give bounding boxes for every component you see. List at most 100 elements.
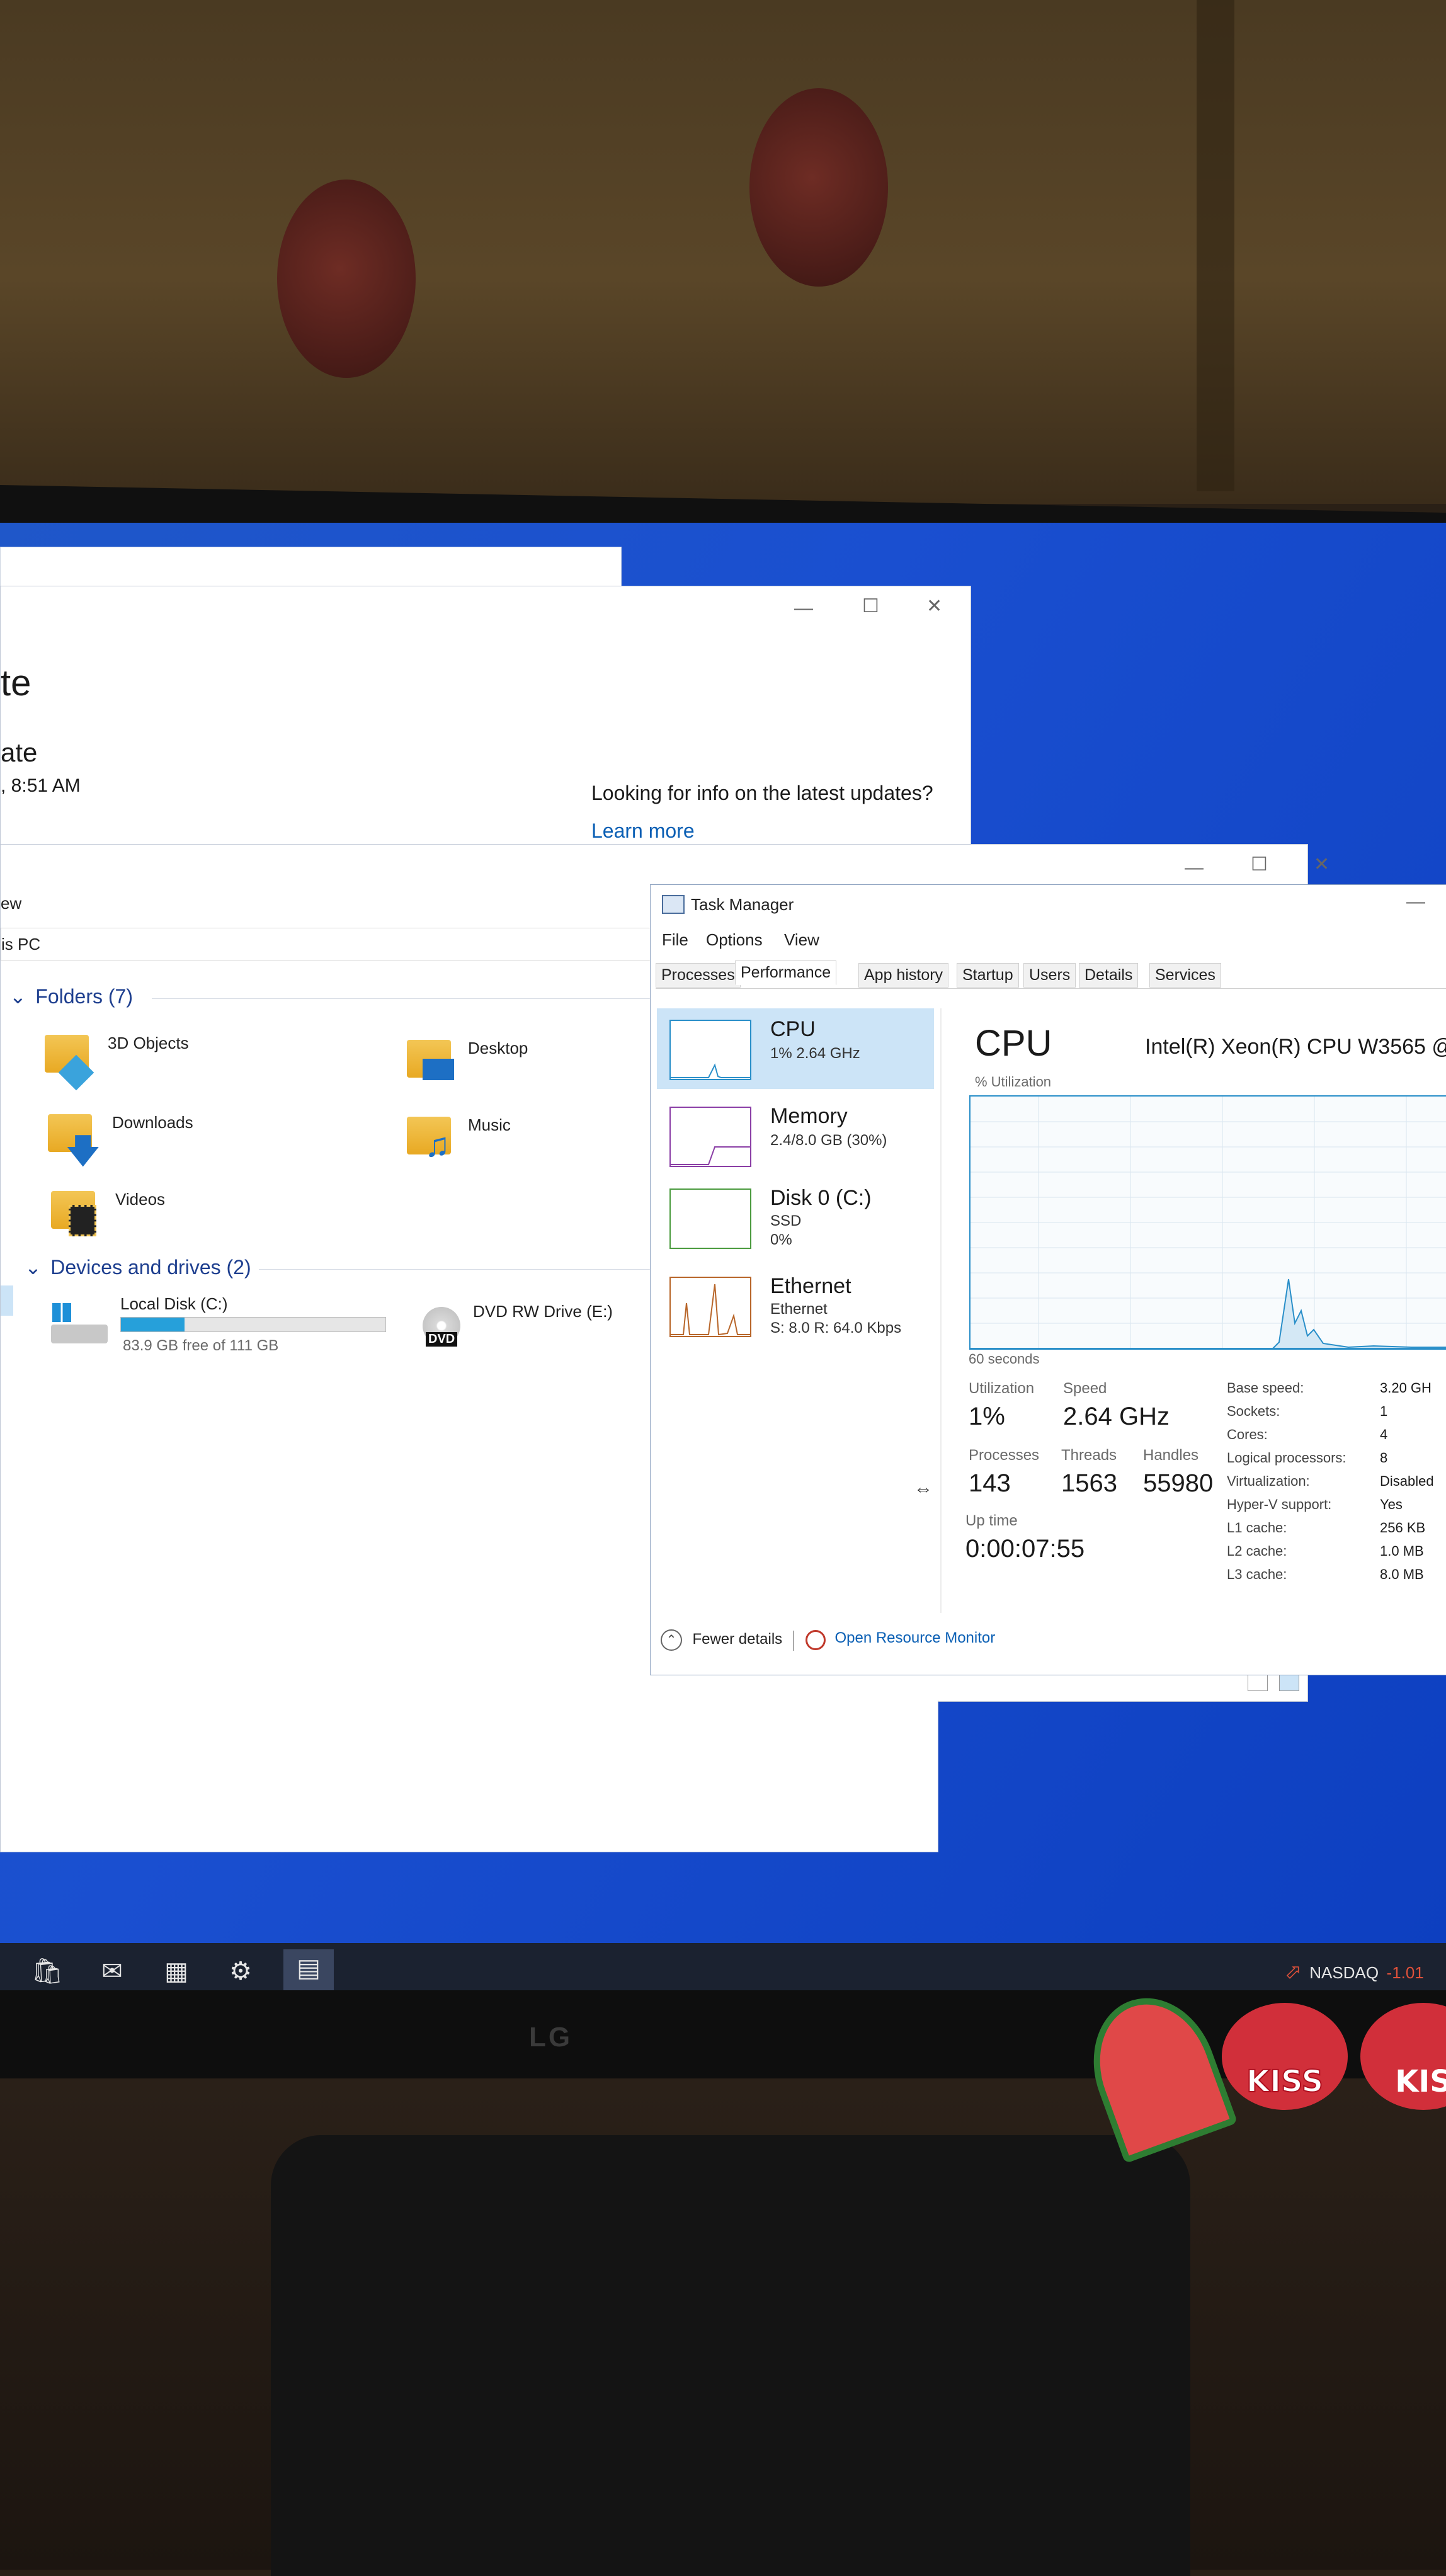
menu-options[interactable]: Options <box>706 930 763 950</box>
mail-icon[interactable]: ✉ <box>93 1952 131 1990</box>
spec-value: 3.20 GH <box>1380 1380 1432 1396</box>
fewer-details-button[interactable]: ⌃ Fewer details <box>661 1629 782 1651</box>
address-bar[interactable]: is PC <box>1 928 651 960</box>
spec-key: L3 cache: <box>1227 1566 1287 1582</box>
memory-thumbnail-line <box>671 1146 750 1165</box>
utilization-axis-label: % Utilization <box>975 1074 1052 1090</box>
music-note-icon: ♫ <box>424 1126 450 1164</box>
folder-item-desktop[interactable]: Desktop <box>401 1034 589 1103</box>
folders-header[interactable]: ⌄ Folders (7) <box>9 984 133 1008</box>
open-resource-monitor-link[interactable]: Open Resource Monitor <box>806 1629 995 1650</box>
header-divider <box>152 998 656 999</box>
spec-key: Sockets: <box>1227 1403 1280 1419</box>
sidebar-subtitle-2: S: 8.0 R: 64.0 Kbps <box>770 1319 902 1336</box>
folder-label: Desktop <box>468 1039 528 1057</box>
tm-minimize-icon[interactable]: — <box>1406 891 1425 913</box>
tab-details[interactable]: Details <box>1079 963 1139 988</box>
folder-item-music[interactable]: ♫ Music <box>401 1110 589 1180</box>
cpu-graph-svg <box>971 1097 1446 1348</box>
updates-info-text: Looking for info on the latest updates? <box>591 782 933 804</box>
spec-value: 1 <box>1380 1403 1388 1419</box>
chevron-up-circle-icon: ⌃ <box>661 1629 682 1651</box>
folder-item-3d-objects[interactable]: 3D Objects <box>38 1029 227 1098</box>
kiss-sticker: KISS <box>1222 2003 1348 2110</box>
task-manager-taskbar-icon[interactable]: ▤ <box>283 1949 334 1996</box>
sidebar-subtitle: SSD <box>770 1212 802 1229</box>
spec-row: Base speed: 3.20 GH <box>1227 1380 1446 1403</box>
utilization-label: Utilization <box>969 1380 1035 1397</box>
footer-divider <box>793 1631 794 1651</box>
spec-row: L1 cache: 256 KB <box>1227 1520 1446 1543</box>
spec-key: Virtualization: <box>1227 1473 1310 1489</box>
monitor-icon <box>423 1059 454 1080</box>
uptime-value: 0:00:07:55 <box>965 1535 1085 1563</box>
speed-label: Speed <box>1063 1380 1107 1397</box>
large-icons-view-icon[interactable] <box>1279 1675 1299 1691</box>
resource-monitor-icon <box>806 1629 826 1650</box>
page-title: te <box>1 663 31 704</box>
sidebar-item-disk[interactable]: Disk 0 (C:) SSD 0% <box>657 1177 934 1258</box>
devices-header[interactable]: ⌄ Devices and drives (2) <box>25 1255 251 1279</box>
menu-file[interactable]: File <box>662 930 688 950</box>
resource-sidebar: CPU 1% 2.64 GHz Memory 2.4/8.0 GB (30%) … <box>651 1008 942 1613</box>
gear-icon[interactable]: ⚙ <box>222 1952 259 1990</box>
sidebar-item-cpu[interactable]: CPU 1% 2.64 GHz <box>657 1008 934 1089</box>
drive-item-dvd[interactable]: DVD DVD RW Drive (E:) <box>404 1301 656 1370</box>
header-divider <box>259 1269 656 1270</box>
router-device <box>271 2135 1190 2576</box>
sidebar-title: CPU <box>770 1017 816 1041</box>
sidebar-item-ethernet[interactable]: Ethernet Ethernet S: 8.0 R: 64.0 Kbps <box>657 1265 934 1346</box>
folder-label: Downloads <box>112 1113 193 1132</box>
minimize-icon[interactable]: — <box>794 598 813 619</box>
threads-label: Threads <box>1061 1447 1117 1464</box>
resize-cursor-icon: ⇔ <box>914 1478 933 1499</box>
task-manager-icon <box>662 895 685 914</box>
handles-label: Handles <box>1143 1447 1199 1464</box>
kiss-sticker-text: KISS <box>1246 2063 1324 2100</box>
stock-chart-icon: ⬀ <box>1285 1960 1302 1983</box>
tab-services[interactable]: Services <box>1149 963 1221 988</box>
details-view-icon[interactable] <box>1248 1675 1268 1691</box>
settings-window-lower <box>0 1701 938 1852</box>
sidebar-title: Memory <box>770 1104 848 1128</box>
tab-users[interactable]: Users <box>1023 963 1076 988</box>
task-manager-window: Task Manager — File Options View Process… <box>650 884 1446 1675</box>
resource-monitor-label: Open Resource Monitor <box>834 1629 996 1646</box>
kiss-sticker-text: KIS <box>1395 2064 1446 2099</box>
tab-app-history[interactable]: App history <box>858 963 949 988</box>
tab-performance[interactable]: Performance <box>735 960 837 985</box>
tab-processes[interactable]: Processes <box>656 963 741 988</box>
cpu-spec-list: Base speed: 3.20 GH Sockets: 1 Cores: 4 Log… <box>1227 1380 1446 1590</box>
windows-logo-icon <box>52 1303 71 1322</box>
sidebar-item-memory[interactable]: Memory 2.4/8.0 GB (30%) <box>657 1095 934 1176</box>
drive-usage-bar <box>120 1317 386 1332</box>
spec-row: Virtualization: Disabled <box>1227 1473 1446 1496</box>
view-menu[interactable]: ew <box>1 894 21 913</box>
menu-view[interactable]: View <box>784 930 819 950</box>
tab-startup[interactable]: Startup <box>957 963 1019 988</box>
explorer-close-icon[interactable]: ✕ <box>1314 853 1329 875</box>
folder-item-videos[interactable]: Videos <box>45 1185 234 1254</box>
threads-value: 1563 <box>1061 1469 1117 1497</box>
app-icon[interactable]: ▦ <box>157 1952 195 1990</box>
sidebar-title: Ethernet <box>770 1274 851 1298</box>
explorer-maximize-icon[interactable]: ☐ <box>1251 853 1268 875</box>
film-strip-icon <box>69 1205 96 1236</box>
close-icon[interactable]: ✕ <box>926 595 942 617</box>
window-title: Task Manager <box>691 895 794 914</box>
maximize-icon[interactable]: ☐ <box>862 595 879 617</box>
explorer-minimize-icon[interactable]: — <box>1185 857 1204 879</box>
cpu-thumbnail-graph <box>669 1020 751 1080</box>
drive-item-local-disk[interactable]: Local Disk (C:) 83.9 GB free of 111 GB <box>45 1293 397 1362</box>
time-axis-label: 60 seconds <box>969 1351 1040 1367</box>
chevron-down-icon: ⌄ <box>9 985 26 1008</box>
learn-more-link[interactable]: Learn more <box>591 819 695 843</box>
stock-name: NASDAQ <box>1309 1963 1379 1982</box>
store-icon[interactable]: 🛍 <box>28 1952 66 1990</box>
stock-widget[interactable]: ⬀ NASDAQ -1.01 <box>1285 1959 1424 1983</box>
spec-key: L2 cache: <box>1227 1543 1287 1559</box>
fewer-details-label: Fewer details <box>692 1631 783 1648</box>
spec-key: Cores: <box>1227 1427 1268 1442</box>
folder-item-downloads[interactable]: 🡇 Downloads <box>42 1108 231 1177</box>
spec-row: Logical processors: 8 <box>1227 1450 1446 1473</box>
